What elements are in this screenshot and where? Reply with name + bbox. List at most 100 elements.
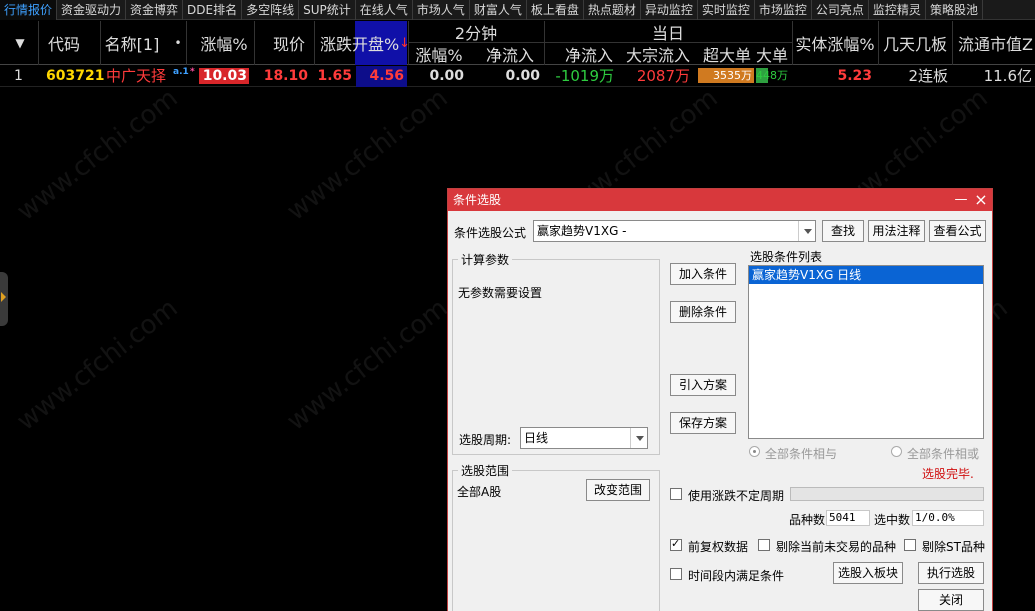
- header-big[interactable]: 大单: [754, 43, 790, 65]
- formula-select[interactable]: 赢家趋势V1XG -: [533, 220, 816, 242]
- header-days-boards[interactable]: 几天几板: [880, 21, 950, 65]
- table-row[interactable]: 1 603721 中广天择 a.1 * 10.03 18.10 1.65 4.5…: [0, 66, 1035, 87]
- tab-item[interactable]: 监控精灵: [869, 0, 926, 20]
- header-two-min-net[interactable]: 净流入: [480, 43, 540, 65]
- tab-item[interactable]: 市场监控: [755, 0, 812, 20]
- row-body-change: 5.23: [837, 68, 872, 84]
- side-panel-handle[interactable]: [0, 272, 8, 326]
- close-button[interactable]: 关闭: [918, 589, 984, 611]
- header-super-big[interactable]: 超大单: [700, 43, 754, 65]
- header-price[interactable]: 现价: [266, 21, 312, 65]
- row-two-min-change: 0.00: [429, 68, 464, 84]
- dialog-title-bar[interactable]: 条件选股 — ×: [448, 189, 992, 211]
- row-price: 18.10: [263, 68, 308, 84]
- exclude-notrade-label: 剔除当前未交易的品种: [776, 540, 897, 554]
- condition-select-dialog: 条件选股 — × 条件选股公式 赢家趋势V1XG - 查找 用法注释 查看公式 …: [447, 188, 993, 611]
- close-icon[interactable]: ×: [972, 189, 990, 211]
- exclude-st-checkbox[interactable]: [904, 539, 916, 551]
- condition-list[interactable]: 赢家趋势V1XG 日线: [748, 265, 984, 439]
- view-formula-button[interactable]: 查看公式: [929, 220, 986, 242]
- tab-item[interactable]: 实时监控: [698, 0, 755, 20]
- tab-item[interactable]: 在线人气: [356, 0, 413, 20]
- save-scheme-button[interactable]: 保存方案: [670, 412, 736, 434]
- condition-list-item[interactable]: 赢家趋势V1XG 日线: [749, 266, 983, 284]
- header-two-min-change[interactable]: 涨幅%: [410, 43, 468, 65]
- use-period-checkbox[interactable]: [670, 488, 682, 500]
- row-block-in: 2087万: [636, 67, 690, 85]
- time-condition-checkbox[interactable]: [670, 568, 682, 580]
- exclude-notrade-checkbox[interactable]: [758, 539, 770, 551]
- to-block-button[interactable]: 选股入板块: [833, 562, 903, 584]
- delete-condition-button[interactable]: 删除条件: [670, 301, 736, 323]
- tab-item[interactable]: 异动监控: [641, 0, 698, 20]
- tab-item[interactable]: DDE排名: [183, 0, 243, 20]
- divider: [408, 21, 409, 65]
- tab-item[interactable]: 公司亮点: [812, 0, 869, 20]
- tab-item[interactable]: 市场人气: [413, 0, 470, 20]
- all-or-label: 全部条件相或: [907, 447, 980, 461]
- period-select-value: 日线: [524, 431, 549, 445]
- tab-item[interactable]: 行情报价: [0, 0, 58, 20]
- header-name[interactable]: 名称[1]: [104, 21, 160, 65]
- condition-list-title: 选股条件列表: [750, 250, 823, 264]
- period-select[interactable]: 日线: [520, 427, 648, 449]
- import-scheme-button[interactable]: 引入方案: [670, 374, 736, 396]
- row-flag-star: *: [190, 67, 195, 77]
- tab-item[interactable]: 资金驱动力: [57, 0, 127, 20]
- formula-label: 条件选股公式: [454, 226, 527, 240]
- all-and-radio[interactable]: [749, 446, 760, 457]
- progress-bar: [790, 487, 984, 501]
- tab-item[interactable]: 板上看盘: [527, 0, 584, 20]
- use-period-label: 使用涨跌不定周期: [688, 489, 785, 503]
- header-open-pct[interactable]: 开盘% ↓: [352, 21, 410, 65]
- all-or-radio[interactable]: [891, 446, 902, 457]
- divider: [878, 21, 879, 65]
- header-body-change[interactable]: 实体涨幅%: [794, 21, 876, 65]
- count-field: 5041: [826, 510, 870, 526]
- tab-item[interactable]: 热点题材: [584, 0, 641, 20]
- find-button[interactable]: 查找: [822, 220, 864, 242]
- minimize-icon[interactable]: —: [952, 189, 970, 211]
- header-float-mcap[interactable]: 流通市值Z: [956, 21, 1035, 65]
- row-name: 中广天择: [106, 67, 167, 85]
- watermark-text: www.cfchi.com: [11, 83, 184, 227]
- header-dot: •: [174, 36, 182, 50]
- header-today-net[interactable]: 净流入: [560, 43, 618, 65]
- header-change-pct[interactable]: 涨幅%: [198, 21, 250, 65]
- restore-data-checkbox[interactable]: [670, 537, 682, 551]
- divider: [952, 21, 953, 65]
- header-block-in[interactable]: 大宗流入: [622, 43, 694, 65]
- all-and-label: 全部条件相与: [765, 447, 838, 461]
- column-header: ▼ 代码 名称[1] • 涨幅% 现价 涨跌 开盘% ↓ 2分钟 涨幅% 净流入 …: [0, 21, 1035, 65]
- row-code: 603721: [46, 68, 105, 84]
- watermark-text: www.cfchi.com: [281, 83, 454, 227]
- row-super-big: 3535万: [698, 68, 754, 83]
- chevron-down-icon[interactable]: [798, 221, 815, 241]
- row-big-cell: 448万: [756, 68, 790, 83]
- time-condition-label: 时间段内满足条件: [688, 569, 785, 583]
- change-range-button[interactable]: 改变范围: [586, 479, 650, 501]
- top-tab-bar: 行情报价 资金驱动力 资金博弈 DDE排名 多空阵线 SUP统计 在线人气 市场人气 财富人气板…: [0, 0, 1035, 20]
- tab-item[interactable]: 财富人气: [470, 0, 527, 20]
- tab-item[interactable]: SUP统计: [299, 0, 356, 20]
- divider: [408, 42, 792, 43]
- chevron-down-icon[interactable]: [630, 428, 647, 448]
- header-code[interactable]: 代码: [40, 21, 88, 65]
- restore-data-label: 前复权数据: [688, 540, 749, 554]
- row-index: 1: [14, 68, 23, 84]
- usage-notes-button[interactable]: 用法注释: [868, 220, 925, 242]
- run-select-button[interactable]: 执行选股: [918, 562, 984, 584]
- params-title: 计算参数: [458, 251, 513, 268]
- divider: [544, 21, 545, 65]
- tab-item[interactable]: 多空阵线: [242, 0, 300, 20]
- row-big: 448万: [756, 69, 788, 82]
- header-change[interactable]: 涨跌: [316, 21, 356, 65]
- period-label: 选股周期:: [459, 433, 512, 447]
- add-condition-button[interactable]: 加入条件: [670, 263, 736, 285]
- divider: [314, 21, 315, 65]
- tab-item[interactable]: 资金博弈: [126, 0, 184, 20]
- tab-item[interactable]: 策略股池: [926, 0, 983, 20]
- status-text: 选股完毕.: [922, 467, 974, 481]
- row-today-net: -1019万: [555, 67, 614, 85]
- column-chooser-icon[interactable]: ▼: [10, 21, 30, 65]
